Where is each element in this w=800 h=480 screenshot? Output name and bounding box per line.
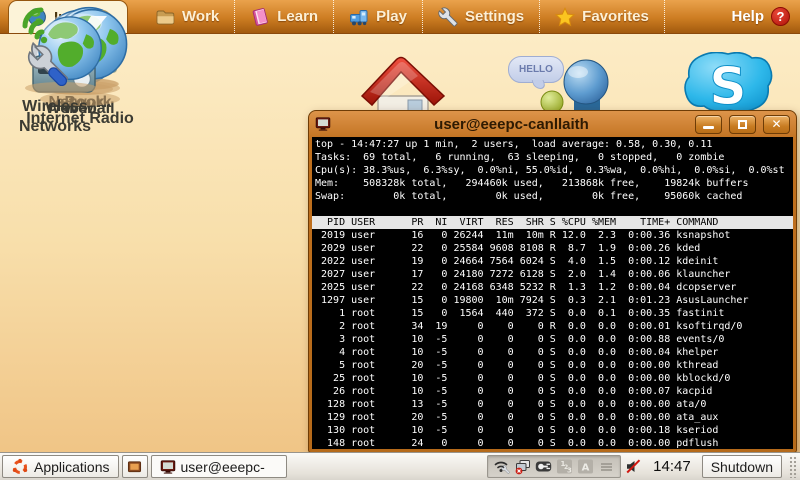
process-row: 1297 user 15 0 19800 10m 7924 S 0.3 2.1 … (315, 294, 793, 307)
taskbar-window-user-eeepc[interactable]: user@eeepc- (151, 455, 287, 478)
help-button[interactable]: Help ? (721, 0, 800, 33)
process-rows: 2019 user 16 0 26244 11m 10m R 12.0 2.3 … (315, 229, 793, 449)
power-plug-icon[interactable] (535, 458, 552, 475)
taskbar-clock[interactable]: 14:47 (646, 458, 698, 475)
process-row: 2019 user 16 0 26244 11m 10m R 12.0 2.3 … (315, 229, 793, 242)
taskbar-grip[interactable] (788, 455, 798, 478)
process-row: 2 root 34 19 0 0 0 R 0.0 0.0 0:00.01 kso… (315, 320, 793, 333)
process-row: 128 root 13 -5 0 0 0 S 0.0 0.0 0:00.00 a… (315, 398, 793, 411)
process-row: 2027 user 17 0 24180 7272 6128 S 2.0 1.4… (315, 268, 793, 281)
desktop-screen: Internet Work Learn Play Settings Favori… (0, 0, 800, 480)
close-button[interactable]: ✕ (763, 115, 790, 134)
process-row: 148 root 24 0 0 0 0 S 0.0 0.0 0:00.00 pd… (315, 437, 793, 449)
svg-text:S: S (709, 57, 746, 112)
wrench-icon (438, 7, 458, 27)
process-row: 25 root 10 -5 0 0 0 S 0.0 0.0 0:00.00 kb… (315, 372, 793, 385)
svg-text:A: A (582, 463, 590, 474)
process-row: 4 root 10 -5 0 0 0 S 0.0 0.0 0:00.04 khe… (315, 346, 793, 359)
task-label: user@eeepc- (181, 459, 265, 475)
system-tray: 1 2 3 A (487, 455, 621, 478)
skype-icon[interactable]: S (682, 52, 774, 112)
tab-learn[interactable]: Learn (235, 0, 334, 33)
process-row: 130 root 10 -5 0 0 0 S 0.0 0.0 0:00.18 k… (315, 424, 793, 437)
show-desktop-icon (127, 460, 142, 474)
process-row: 2025 user 22 0 24168 6348 5232 R 1.3 1.2… (315, 281, 793, 294)
process-row: 26 root 10 -5 0 0 0 S 0.0 0.0 0:00.07 ka… (315, 385, 793, 398)
applications-label: Applications (34, 459, 110, 475)
star-icon (555, 7, 575, 27)
ubuntu-logo-icon (11, 458, 29, 476)
terminal-window-icon (315, 116, 331, 132)
terminal-titlebar[interactable]: user@eeepc-canllaith ✕ (312, 111, 793, 137)
minimize-icon (703, 126, 714, 129)
volume-muted-icon[interactable] (625, 458, 642, 475)
keyboard-layout-icon[interactable]: A (577, 458, 594, 475)
tab-label-play: Play (376, 8, 407, 25)
process-header-row: PID USER PR NI VIRT RES SHR S %CPU %MEM … (312, 216, 793, 229)
blank-line (315, 203, 793, 216)
tab-favorites[interactable]: Favorites (540, 0, 665, 33)
tab-settings[interactable]: Settings (423, 0, 540, 33)
tab-label-learn: Learn (277, 8, 318, 25)
swap-line: Swap: 0k total, 0k used, 0k free, 95060k… (315, 190, 793, 203)
tab-label-work: Work (182, 8, 219, 25)
show-desktop-button[interactable] (122, 455, 148, 478)
tab-play[interactable]: Play (334, 0, 423, 33)
terminal-task-icon (160, 459, 176, 475)
taskbar-right: 1 2 3 A 14:47 Shutd (487, 455, 798, 478)
window-list-icon[interactable] (598, 458, 615, 475)
help-label: Help (731, 8, 764, 25)
process-row: 5 root 20 -5 0 0 0 S 0.0 0.0 0:00.00 kth… (315, 359, 793, 372)
toy-truck-icon (349, 7, 369, 27)
input-method-icon[interactable]: 1 2 3 (556, 458, 573, 475)
terminal-window[interactable]: user@eeepc-canllaith ✕ top - 14:47:27 up… (308, 110, 797, 453)
shutdown-label: Shutdown (711, 459, 773, 475)
tasks-line: Tasks: 69 total, 6 running, 63 sleeping,… (315, 151, 793, 164)
shutdown-button[interactable]: Shutdown (702, 455, 782, 478)
close-icon: ✕ (771, 117, 781, 131)
terminal-output[interactable]: top - 14:47:27 up 1 min, 2 users, load a… (312, 137, 793, 449)
help-icon: ? (771, 7, 790, 26)
book-icon (250, 7, 270, 27)
taskbar: Applications user@eeepc- (0, 452, 800, 480)
home-icon[interactable] (356, 52, 448, 112)
maximize-icon (738, 120, 747, 129)
tab-label-settings: Settings (465, 8, 524, 25)
hello-speech-bubble: HELLO (508, 56, 564, 83)
process-row: 129 root 20 -5 0 0 0 S 0.0 0.0 0:00.00 a… (315, 411, 793, 424)
minimize-button[interactable] (695, 115, 722, 134)
window-title: user@eeepc-canllaith (335, 116, 688, 133)
shortcut-wireless-networks[interactable]: Wireless Networks (0, 0, 110, 137)
maximize-button[interactable] (729, 115, 756, 134)
network-disconnected-icon[interactable] (514, 458, 531, 475)
process-row: 1 root 15 0 1564 440 372 S 0.0 0.1 0:00.… (315, 307, 793, 320)
applications-button[interactable]: Applications (2, 455, 119, 478)
process-row: 2022 user 19 0 24664 7564 6024 S 4.0 1.5… (315, 255, 793, 268)
shortcut-label: Wireless Networks (0, 97, 110, 137)
top-summary-line: top - 14:47:27 up 1 min, 2 users, load a… (315, 138, 793, 151)
svg-text:3: 3 (567, 467, 572, 475)
wifi-config-icon[interactable] (493, 458, 510, 475)
process-row: 2029 user 22 0 25584 9608 8108 R 8.7 1.9… (315, 242, 793, 255)
cpu-line: Cpu(s): 38.3%us, 6.3%sy, 0.0%ni, 55.0%id… (315, 164, 793, 177)
process-row: 3 root 10 -5 0 0 0 S 0.0 0.0 0:00.88 eve… (315, 333, 793, 346)
tab-label-favorites: Favorites (582, 8, 649, 25)
mem-line: Mem: 508328k total, 294460k used, 213868… (315, 177, 793, 190)
wireless-networks-icon (3, 0, 107, 96)
